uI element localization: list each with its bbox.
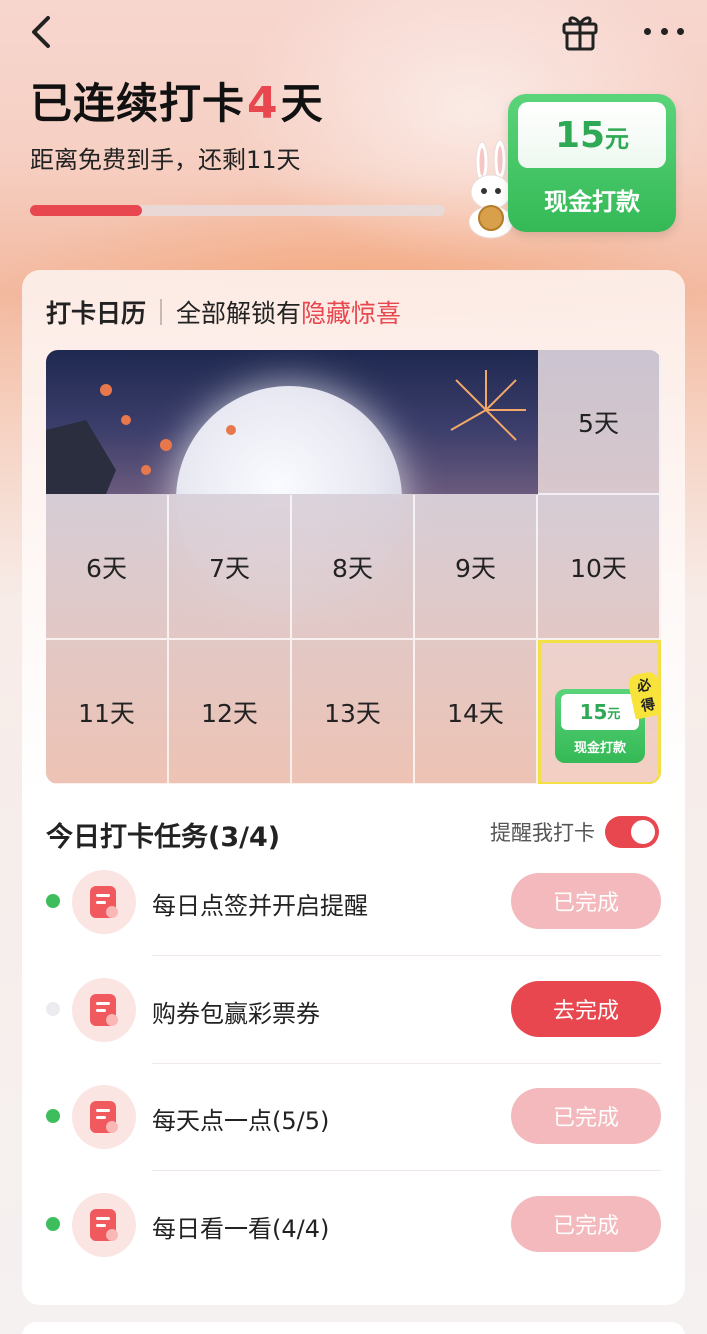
calendar-subtitle: 全部解锁有 [176,299,302,328]
cash-reward-label: 现金打款 [544,188,640,216]
streak-title: 已连续打卡 4 天 [30,70,324,129]
calendar-day-label: 9天 [455,553,496,583]
streak-title-prefix: 已连续打卡 [30,79,246,128]
back-button[interactable] [22,10,62,54]
more-button[interactable] [640,14,688,48]
calendar-subtitle-highlight: 隐藏惊喜 [301,299,402,328]
remind-me-control: 提醒我打卡 [490,816,659,848]
more-dot [677,27,684,35]
streak-days: 4 [247,78,279,129]
calendar-day-cell: 9天 [415,495,538,640]
calendar-day-cell: 13天 [292,640,415,784]
task-row: 每天点一点(5/5) 已完成 [22,1065,685,1173]
calendar-day-label: 5天 [578,408,619,438]
calendar-final-reward-cell[interactable]: 15 元现金打款 必得 [538,640,661,784]
streak-subtitle: 距离免费到手，还剩11天 [30,146,301,174]
task-document-icon [72,1085,136,1149]
mid-autumn-artwork [46,350,538,612]
back-arrow-icon [32,16,50,48]
streak-progress-bar [30,205,445,216]
calendar-day-label: 13天 [324,698,381,728]
streak-progress-fill [30,205,143,216]
task-name: 每日点签并开启提醒 [152,892,368,920]
calendar-day-label: 12天 [201,698,258,728]
gift-icon [562,16,598,51]
task-row: 每日看一看(4/4) 已完成 [22,1173,685,1281]
task-status-dot [46,894,60,908]
calendar-header-divider [160,299,163,325]
task-status-dot [46,1109,60,1123]
calendar-day-cell: 12天 [169,640,292,784]
calendar-title: 打卡日历 [46,299,147,328]
cash-reward-amount-box: 15元 [518,102,666,168]
calendar-day-cell: 5天 [538,350,661,495]
task-name: 每天点一点(5/5) [152,1107,330,1135]
streak-title-suffix: 天 [280,79,324,128]
calendar-day-label: 11天 [78,698,135,728]
task-status-dot [46,1216,60,1231]
task-document-icon [72,870,136,934]
calendar-day-label: 7天 [209,553,250,583]
calendar-day-label: 10天 [570,553,627,583]
task-completed-button[interactable]: 已完成 [511,873,661,929]
calendar-day-cell: 8天 [292,495,415,640]
next-section-card [22,1322,685,1334]
calendar-day-label: 8天 [332,553,373,583]
calendar-day-cell: 10天 [538,495,661,640]
remind-me-toggle[interactable] [605,816,659,848]
task-document-icon [72,1192,136,1257]
task-go-complete-button[interactable]: 去完成 [511,980,661,1037]
task-completed-button[interactable]: 已完成 [511,1088,661,1144]
task-document-icon [72,977,136,1042]
more-dot [644,27,651,35]
cash-reward-card[interactable]: 15元 现金打款 [508,94,676,232]
task-name: 每日看一看(4/4) [152,1214,330,1243]
calendar-day-cell: 7天 [169,495,292,640]
task-row: 购券包赢彩票券 去完成 [22,958,685,1066]
remind-me-label: 提醒我打卡 [490,821,595,845]
task-row: 每日点签并开启提醒 已完成 [22,850,685,958]
calendar-day-cell: 6天 [46,495,169,640]
more-dot [660,27,668,35]
task-name: 购券包赢彩票券 [152,999,320,1028]
cash-reward-amount: 15元 [554,114,630,156]
calendar-header: 打卡日历 全部解锁有 隐藏惊喜 [46,294,401,330]
checkin-calendar-grid: 5天 6天 7天 8天 9天 10天 11天 12天 13天 14天 15 元现金打款 必得 [46,350,661,784]
task-divider [152,1170,661,1171]
checkin-card: 打卡日历 全部解锁有 隐藏惊喜 5天 6天 7天 8天 9天 10天 11天 12天 13天 14 [22,270,685,1305]
fireworks-illustration [46,370,526,494]
calendar-day-cell: 14天 [415,640,538,784]
gift-button[interactable] [560,10,600,52]
final-cash-amount: 15 元 [561,694,639,730]
task-completed-button[interactable]: 已完成 [511,1195,661,1252]
final-cash-label: 现金打款 [573,741,626,756]
calendar-day-cell: 11天 [46,640,169,784]
task-divider [152,955,661,956]
calendar-day-label: 6天 [86,553,127,583]
daily-tasks-title: 今日打卡任务(3/4) [46,822,281,853]
task-status-dot [46,1001,60,1016]
task-divider [152,1062,661,1064]
calendar-day-label: 14天 [447,698,504,728]
